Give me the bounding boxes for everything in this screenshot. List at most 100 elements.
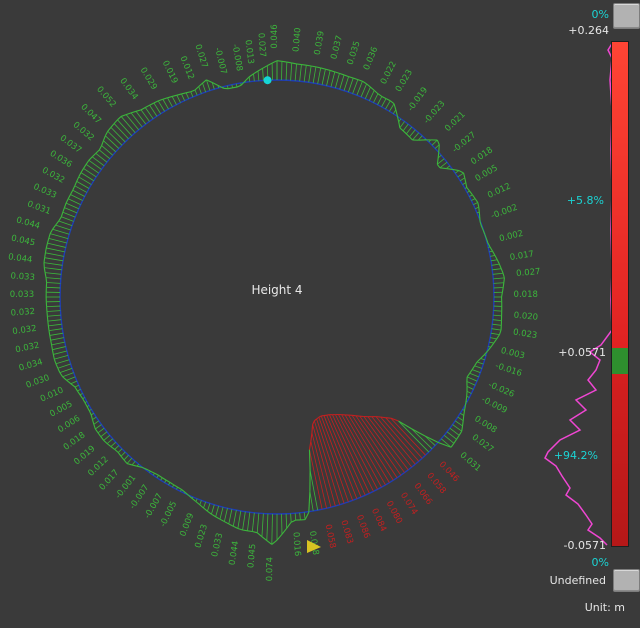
deviation-value-label: -0.023 bbox=[422, 99, 448, 126]
deviation-value-label: 0.040 bbox=[291, 27, 303, 52]
undefined-color-swatch-top[interactable] bbox=[613, 3, 640, 29]
deviation-outline bbox=[43, 257, 46, 263]
deviation-colorbar[interactable] bbox=[611, 41, 629, 547]
scale-max-value: +0.264 bbox=[568, 24, 609, 37]
deviation-outline bbox=[43, 267, 46, 273]
deviation-hatch bbox=[66, 376, 76, 381]
deviation-hatch bbox=[262, 68, 264, 81]
deviation-outline bbox=[325, 68, 331, 71]
deviation-outline bbox=[120, 114, 127, 117]
deviation-outline bbox=[490, 342, 495, 348]
deviation-hatch bbox=[490, 337, 497, 340]
deviation-hatch bbox=[232, 510, 237, 527]
deviation-outline bbox=[45, 243, 48, 249]
deviation-outline bbox=[389, 100, 395, 105]
deviation-hatch bbox=[190, 91, 194, 98]
deviation-outline bbox=[399, 127, 404, 132]
deviation-outline bbox=[329, 69, 335, 73]
deviation-outline bbox=[501, 292, 503, 298]
deviation-hatch bbox=[285, 513, 288, 529]
deviation-outline bbox=[466, 187, 471, 192]
deviation-hatch bbox=[253, 73, 255, 82]
deviation-outline bbox=[474, 361, 478, 367]
deviation-value-label: 0.033 bbox=[10, 290, 34, 300]
deviation-outline bbox=[95, 149, 100, 154]
deviation-hatch bbox=[475, 206, 479, 210]
deviation-value-label: 0.074 bbox=[398, 491, 419, 517]
deviation-outline bbox=[465, 182, 468, 188]
deviation-outline bbox=[48, 233, 51, 239]
deviation-outline bbox=[83, 164, 87, 169]
deviation-outline bbox=[202, 79, 207, 84]
deviation-hatch bbox=[310, 441, 327, 509]
deviation-outline bbox=[80, 168, 84, 173]
deviation-outline bbox=[211, 513, 216, 518]
deviation-outline bbox=[55, 363, 59, 369]
deviation-hatch bbox=[185, 92, 190, 99]
deviation-outline bbox=[107, 127, 112, 132]
deviation-outline bbox=[271, 60, 278, 64]
deviation-hatch bbox=[223, 508, 228, 522]
deviation-outline bbox=[114, 448, 119, 453]
undefined-color-swatch-bottom[interactable] bbox=[613, 569, 640, 592]
deviation-outline bbox=[233, 525, 239, 529]
deviation-outline bbox=[62, 207, 65, 213]
deviation-outline bbox=[120, 455, 125, 461]
deviation-outline bbox=[70, 383, 76, 388]
deviation-outline bbox=[79, 394, 84, 399]
deviation-value-label: -0.027 bbox=[451, 130, 479, 155]
deviation-hatch bbox=[469, 372, 479, 378]
deviation-hatch bbox=[110, 127, 126, 143]
unit-label: Unit: m bbox=[584, 601, 625, 614]
deviation-value-label: 0.046 bbox=[270, 24, 280, 48]
deviation-outline bbox=[47, 321, 49, 326]
deviation-hatch bbox=[44, 267, 62, 271]
deviation-hatch bbox=[45, 272, 62, 275]
deviation-outline bbox=[385, 98, 391, 102]
deviation-outline bbox=[65, 198, 69, 204]
deviation-outline bbox=[503, 277, 505, 283]
deviation-outline bbox=[53, 358, 57, 364]
deviation-value-label: 0.020 bbox=[513, 311, 538, 323]
deviation-value-label: 0.080 bbox=[384, 499, 404, 525]
deviation-hatch bbox=[167, 97, 173, 108]
deviation-outline bbox=[247, 530, 253, 533]
deviation-hatch bbox=[242, 511, 246, 531]
deviation-outline bbox=[398, 121, 401, 129]
deviation-outline bbox=[461, 420, 464, 427]
deviation-outline bbox=[219, 518, 225, 523]
deviation-outline bbox=[52, 224, 57, 230]
deviation-hatch bbox=[364, 86, 371, 99]
deviation-hatch bbox=[74, 384, 79, 388]
deviation-value-label: 0.034 bbox=[117, 76, 139, 102]
deviation-outline bbox=[471, 365, 476, 370]
deviation-hatch bbox=[335, 414, 374, 492]
deviation-hatch bbox=[460, 177, 465, 182]
deviation-value-label: 0.052 bbox=[94, 85, 118, 110]
deviation-hatch bbox=[309, 470, 319, 511]
deviation-hatch bbox=[330, 71, 336, 87]
deviation-outline bbox=[236, 84, 242, 88]
deviation-hatch bbox=[312, 66, 317, 84]
scale-main-percent: +94.2% bbox=[553, 449, 598, 462]
deviation-outline bbox=[370, 86, 375, 91]
deviation-value-label: -0.002 bbox=[490, 203, 519, 222]
deviation-hatch bbox=[474, 365, 483, 369]
deviation-value-label: -0.009 bbox=[480, 395, 509, 416]
scale-upper-tolerance: +0.0571 bbox=[558, 346, 606, 359]
deviation-hatch bbox=[48, 328, 63, 332]
deviation-outline bbox=[203, 507, 208, 512]
deviation-hatch bbox=[457, 416, 464, 422]
deviation-hatch bbox=[490, 255, 496, 257]
deviation-outline bbox=[103, 439, 108, 445]
deviation-outline bbox=[74, 386, 78, 392]
deviation-outline bbox=[62, 376, 68, 381]
deviation-hatch bbox=[473, 202, 478, 205]
deviation-outline bbox=[55, 220, 60, 226]
deviation-outline bbox=[104, 130, 109, 137]
deviation-outline bbox=[88, 410, 92, 416]
deviation-hatch bbox=[45, 252, 64, 257]
deviation-outline bbox=[315, 66, 321, 69]
deviation-hatch bbox=[493, 310, 502, 312]
deviation-outline bbox=[301, 64, 307, 66]
